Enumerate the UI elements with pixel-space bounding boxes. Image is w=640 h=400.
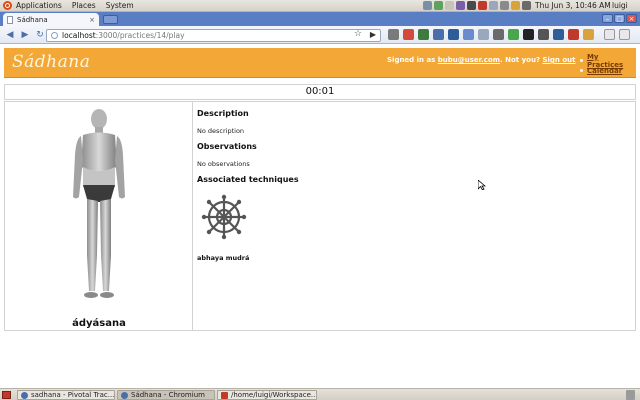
extension-pen-icon[interactable] bbox=[478, 29, 489, 40]
taskbar-item-workspace[interactable]: /home/luigi/Workspace... bbox=[217, 390, 317, 400]
close-window-button[interactable]: × bbox=[626, 14, 637, 23]
back-button[interactable]: ◀ bbox=[5, 30, 15, 40]
browser-tab-sadhana[interactable]: Sádhana × bbox=[3, 13, 99, 26]
system-tray bbox=[423, 1, 531, 10]
panel-user[interactable]: luigi bbox=[612, 1, 628, 10]
user-email-link[interactable]: bubu@user.com bbox=[438, 56, 500, 64]
volume-icon[interactable] bbox=[522, 1, 531, 10]
brand-logo[interactable]: Sádhana bbox=[12, 52, 90, 72]
new-tab-button[interactable] bbox=[103, 15, 118, 24]
bluetooth-icon[interactable] bbox=[500, 1, 509, 10]
extension-lastpass-icon[interactable] bbox=[568, 29, 579, 40]
pose-photo bbox=[73, 109, 125, 298]
chat-icon[interactable] bbox=[456, 1, 465, 10]
taskbar-item-pivotal[interactable]: sadhana - Pivotal Trac... bbox=[17, 390, 115, 400]
wrench-menu-icon[interactable] bbox=[619, 29, 630, 40]
app-header: Sádhana Signed in as bubu@user.com. Not … bbox=[4, 48, 636, 78]
description-text: No description bbox=[197, 127, 245, 135]
extension-stats-icon[interactable] bbox=[388, 29, 399, 40]
panel-clock[interactable]: Thu Jun 3, 10:46 AM bbox=[535, 1, 611, 10]
bullet-icon bbox=[580, 59, 583, 62]
extension-green-icon[interactable] bbox=[508, 29, 519, 40]
signed-in-prefix: Signed in as bbox=[387, 56, 438, 64]
extension-tools-icon[interactable] bbox=[493, 29, 504, 40]
ubuntu-logo-icon[interactable] bbox=[3, 1, 12, 10]
taskbar-item-label: Sádhana - Chromium bbox=[131, 391, 205, 399]
browser-toolbar: ◀ ▶ ↻ localhost :3000/practices/14/play … bbox=[0, 26, 640, 44]
practice-content: ádyásana Description No description Obse… bbox=[4, 101, 636, 331]
show-desktop-icon[interactable] bbox=[2, 391, 11, 399]
mail-icon[interactable] bbox=[445, 1, 454, 10]
pose-panel: ádyásana bbox=[5, 102, 193, 330]
extension-record-icon[interactable] bbox=[523, 29, 534, 40]
not-you-text: . Not you? bbox=[500, 56, 543, 64]
extension-docs-icon[interactable] bbox=[433, 29, 444, 40]
header-nav: My Practices Calendar bbox=[580, 53, 636, 76]
bullet-icon bbox=[580, 69, 583, 72]
chromium-icon bbox=[21, 391, 28, 399]
trash-icon[interactable] bbox=[626, 390, 635, 400]
updates-icon[interactable] bbox=[434, 1, 443, 10]
tab-title: Sádhana bbox=[17, 15, 48, 24]
mouse-cursor-icon bbox=[478, 180, 486, 190]
technique-mudra-icon[interactable] bbox=[201, 194, 247, 240]
practice-timer: 00:01 bbox=[4, 84, 636, 100]
maximize-button[interactable]: □ bbox=[614, 14, 625, 23]
forward-button[interactable]: ▶ bbox=[20, 30, 30, 40]
tab-close-icon[interactable]: × bbox=[89, 16, 95, 24]
envelope-icon[interactable] bbox=[511, 1, 520, 10]
browser-tabstrip: Sádhana × – □ × bbox=[0, 12, 640, 26]
url-host: localhost bbox=[62, 31, 96, 40]
minimize-button[interactable]: – bbox=[602, 14, 613, 23]
extension-icons bbox=[388, 29, 630, 40]
extension-gmail-icon[interactable] bbox=[403, 29, 414, 40]
bookmark-star-icon[interactable]: ☆ bbox=[354, 29, 362, 39]
details-panel: Description No description Observations … bbox=[197, 102, 635, 330]
monitor-icon[interactable] bbox=[489, 1, 498, 10]
extension-calendar-icon[interactable] bbox=[448, 29, 459, 40]
observations-heading: Observations bbox=[197, 142, 257, 151]
url-path: :3000/practices/14/play bbox=[95, 31, 185, 40]
chromium-icon bbox=[121, 391, 128, 399]
signal-icon[interactable] bbox=[467, 1, 476, 10]
network-icon[interactable] bbox=[423, 1, 432, 10]
menu-system[interactable]: System bbox=[106, 1, 134, 10]
nav-calendar-label: Calendar bbox=[587, 66, 623, 75]
techniques-heading: Associated techniques bbox=[197, 175, 299, 184]
observations-text: No observations bbox=[197, 160, 250, 168]
description-heading: Description bbox=[197, 109, 249, 118]
page-menu-icon[interactable] bbox=[604, 29, 615, 40]
battery-icon[interactable] bbox=[478, 1, 487, 10]
terminal-icon bbox=[221, 391, 228, 399]
top-panel: Applications Places System Thu Jun 3, 10… bbox=[0, 0, 640, 12]
extension-pin-icon[interactable] bbox=[583, 29, 594, 40]
reload-button[interactable]: ↻ bbox=[35, 30, 45, 40]
address-bar[interactable]: localhost :3000/practices/14/play ☆ ▶ bbox=[46, 29, 381, 42]
pose-name: ádyásana bbox=[72, 318, 126, 329]
go-icon[interactable]: ▶ bbox=[370, 30, 376, 39]
sign-out-link[interactable]: Sign out bbox=[542, 56, 575, 64]
taskbar-item-label: /home/luigi/Workspace... bbox=[231, 391, 317, 399]
extension-reader-icon[interactable] bbox=[418, 29, 429, 40]
taskbar-item-label: sadhana - Pivotal Trac... bbox=[31, 391, 115, 399]
technique-name[interactable]: abhaya mudrá bbox=[197, 254, 249, 262]
signin-status: Signed in as bubu@user.com. Not you? Sig… bbox=[387, 56, 575, 64]
nav-my-practices[interactable]: My Practices bbox=[580, 53, 636, 69]
menu-places[interactable]: Places bbox=[72, 1, 96, 10]
menu-applications[interactable]: Applications bbox=[16, 1, 62, 10]
extension-settings-icon[interactable] bbox=[538, 29, 549, 40]
taskbar-item-sadhana[interactable]: Sádhana - Chromium bbox=[117, 390, 215, 400]
globe-icon bbox=[51, 32, 58, 39]
extension-tabs-icon[interactable] bbox=[553, 29, 564, 40]
page-icon bbox=[7, 15, 13, 24]
extension-screenshot-icon[interactable] bbox=[463, 29, 474, 40]
bottom-taskbar: sadhana - Pivotal Trac... Sádhana - Chro… bbox=[0, 388, 640, 400]
